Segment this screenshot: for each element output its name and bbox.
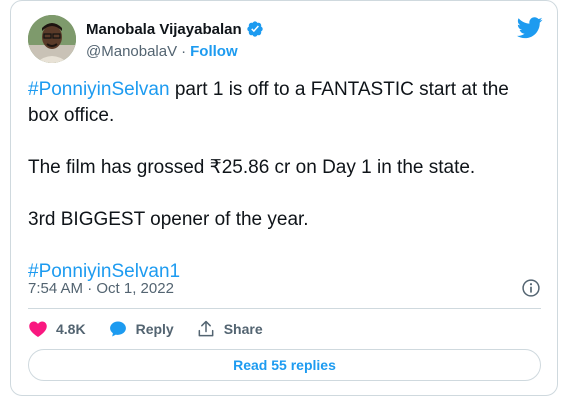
avatar[interactable] bbox=[28, 15, 76, 63]
divider bbox=[28, 308, 541, 309]
share-icon bbox=[198, 320, 214, 337]
heart-icon bbox=[29, 321, 47, 337]
hashtag-link[interactable]: #PonniyinSelvan1 bbox=[28, 261, 180, 282]
like-button[interactable]: 4.8K bbox=[28, 319, 86, 339]
follow-link[interactable]: Follow bbox=[190, 43, 238, 60]
tweet-paragraph-3: 3rd BIGGEST opener of the year. bbox=[28, 209, 309, 230]
tweet-text: #PonniyinSelvan part 1 is off to a FANTA… bbox=[28, 77, 543, 285]
twitter-bird-icon[interactable] bbox=[517, 17, 543, 39]
reply-label: Reply bbox=[135, 321, 174, 337]
author-handle[interactable]: @ManobalaV bbox=[86, 43, 177, 60]
tweet-timestamp[interactable]: 7:54 AM · Oct 1, 2022 bbox=[28, 280, 174, 297]
verified-badge-icon bbox=[246, 21, 263, 37]
tweet-paragraph-2: The film has grossed ₹25.86 cr on Day 1 … bbox=[28, 157, 476, 178]
tweet-actions: 4.8K Reply Share bbox=[28, 319, 285, 339]
hashtag-link[interactable]: #PonniyinSelvan bbox=[28, 79, 170, 100]
author-name-row[interactable]: Manobala Vijayabalan bbox=[86, 20, 264, 38]
reply-bubble-icon bbox=[109, 321, 126, 337]
tweet-paragraph-1: #PonniyinSelvan part 1 is off to a FANTA… bbox=[28, 77, 543, 129]
info-icon[interactable] bbox=[521, 278, 541, 298]
share-button[interactable]: Share bbox=[196, 319, 263, 339]
reply-button[interactable]: Reply bbox=[108, 319, 174, 339]
read-replies-button[interactable]: Read 55 replies bbox=[28, 349, 541, 381]
author-name[interactable]: Manobala Vijayabalan bbox=[86, 21, 242, 38]
separator-dot: · bbox=[181, 43, 187, 60]
share-label: Share bbox=[223, 321, 263, 337]
handle-row: @ManobalaV · Follow bbox=[86, 43, 238, 60]
tweet-embed-card: Manobala Vijayabalan @ManobalaV · Follow #… bbox=[10, 0, 558, 396]
like-count: 4.8K bbox=[56, 321, 86, 337]
